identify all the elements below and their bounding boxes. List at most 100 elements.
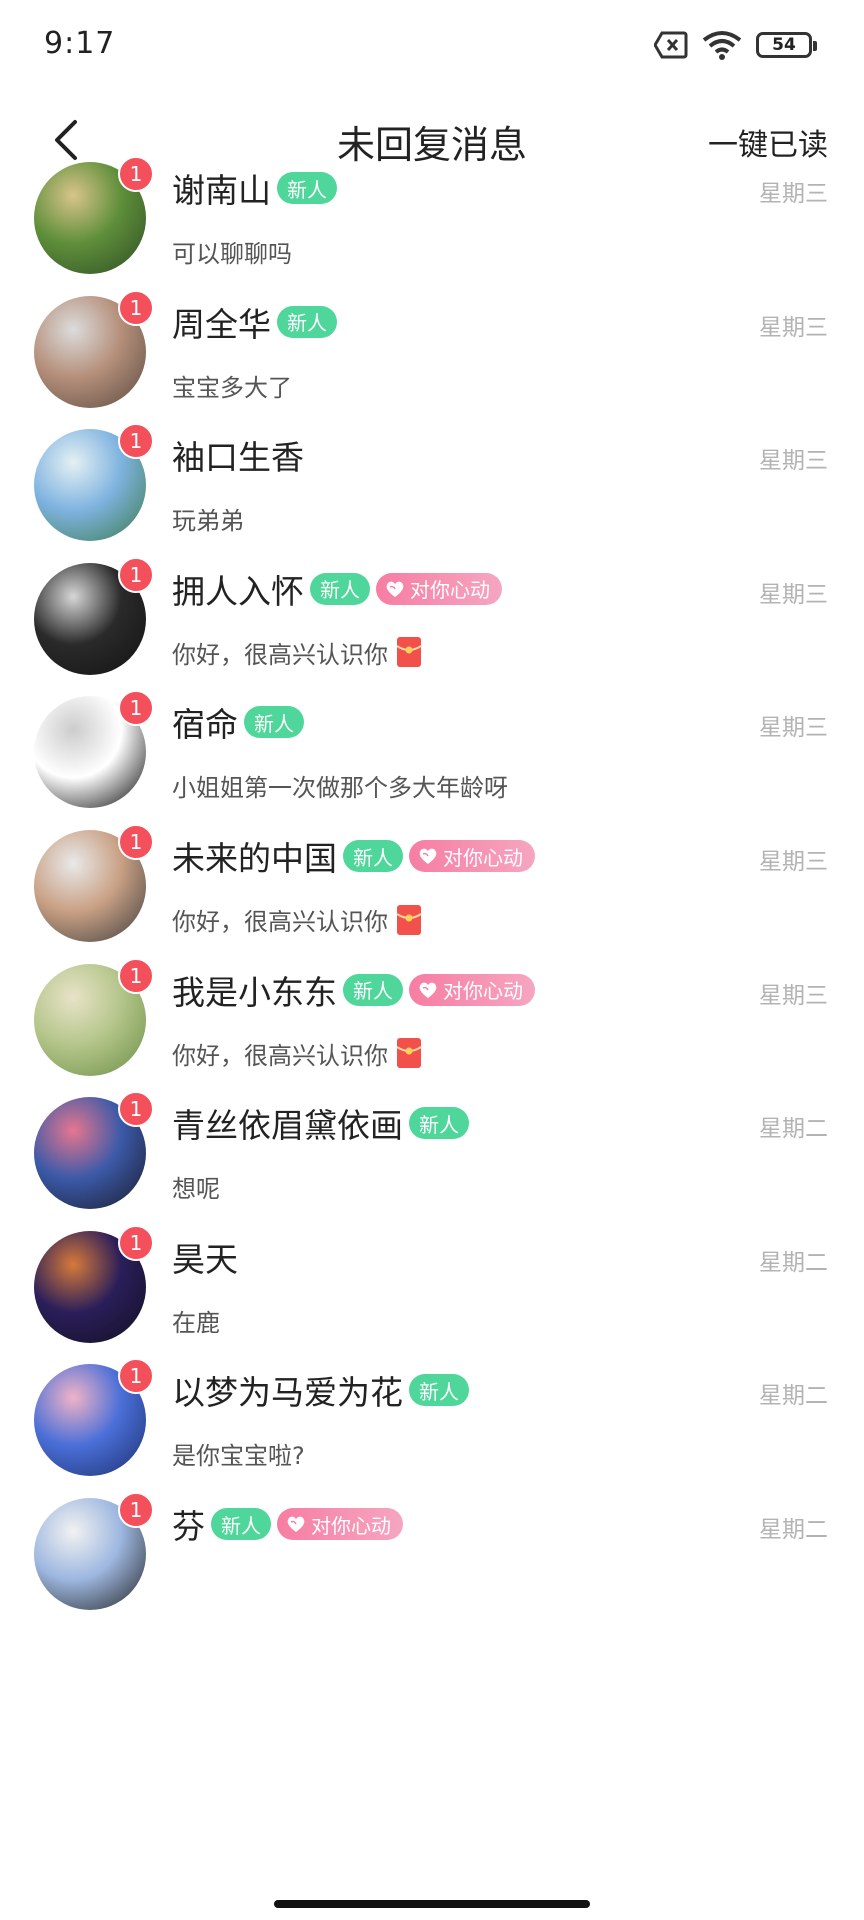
last-message-text: 你好，很高兴认识你 [172, 908, 388, 936]
avatar-wrap[interactable]: 1 [34, 824, 154, 942]
last-message-text: 宝宝多大了 [172, 373, 292, 402]
last-message-text: 你好，很高兴认识你 [172, 640, 388, 669]
name-line: 以梦为马爱为花 新人 [172, 1368, 469, 1412]
avatar-wrap[interactable]: 1 [34, 1492, 154, 1610]
message-time: 星期三 [759, 581, 828, 608]
avatar-wrap[interactable]: 1 [34, 423, 154, 542]
heart-tag: 对你心动 [409, 973, 535, 1006]
new-user-tag: 新人 [244, 706, 304, 739]
contact-name: 周全华 [172, 304, 271, 344]
unread-badge: 1 [118, 156, 154, 192]
contact-name: 以梦为马爱为花 [172, 1373, 403, 1413]
avatar-wrap[interactable]: 1 [34, 1358, 154, 1477]
last-message-text: 想呢 [172, 1175, 220, 1204]
last-message: 是你宝宝啦? [172, 1436, 305, 1471]
name-line: 拥人入怀 新人 对你心动 [172, 567, 502, 611]
new-user-tag: 新人 [343, 973, 403, 1006]
avatar-wrap[interactable]: 1 [34, 1091, 154, 1210]
heart-icon [287, 1516, 305, 1532]
avatar-wrap[interactable]: 1 [34, 957, 154, 1076]
new-user-tag: 新人 [277, 172, 337, 204]
conversation-row[interactable]: 1 芬新人 对你心动 星期二 [0, 1488, 864, 1652]
message-time: 星期三 [759, 715, 828, 742]
heart-tag-label: 对你心动 [410, 578, 490, 603]
last-message-text: 在鹿 [172, 1308, 220, 1337]
last-message: 你好，很高兴认识你 [172, 902, 422, 937]
last-message: 想呢 [172, 1169, 220, 1204]
contact-name: 袖口生香 [172, 438, 304, 478]
avatar-wrap[interactable]: 1 [34, 556, 154, 675]
heart-tag: 对你心动 [376, 572, 502, 605]
heart-icon [419, 848, 437, 864]
name-line: 芬新人 对你心动 [172, 1502, 403, 1546]
contact-name: 拥人入怀 [172, 571, 304, 611]
avatar-wrap[interactable]: 1 [34, 289, 154, 408]
message-time: 星期二 [759, 1517, 828, 1543]
unread-badge: 1 [118, 690, 154, 727]
last-message: 宝宝多大了 [172, 368, 292, 403]
contact-name: 我是小东东 [172, 972, 337, 1012]
unread-badge: 1 [118, 824, 154, 860]
status-icons: 54 [654, 30, 817, 60]
heart-icon [419, 982, 437, 998]
red-packet-icon [396, 637, 422, 668]
name-line: 我是小东东 新人 对你心动 [172, 968, 535, 1012]
status-bar: 9:17 54 [0, 0, 864, 92]
heart-tag: 对你心动 [277, 1508, 403, 1540]
unread-badge: 1 [118, 1091, 154, 1128]
new-user-tag: 新人 [343, 840, 403, 872]
unread-badge: 1 [118, 1492, 154, 1528]
last-message: 你好，很高兴认识你 [172, 635, 422, 670]
last-message: 小姐姐第一次做那个多大年龄呀 [172, 768, 508, 803]
contact-name: 芬 [172, 1507, 205, 1546]
last-message-text: 小姐姐第一次做那个多大年龄呀 [172, 774, 508, 803]
name-line: 宿命 新人 [172, 700, 304, 744]
new-user-tag: 新人 [211, 1508, 271, 1540]
contact-name: 宿命 [172, 705, 238, 745]
last-message: 你好，很高兴认识你 [172, 1036, 422, 1071]
battery-level: 54 [772, 35, 796, 55]
no-sim-icon [654, 31, 688, 59]
wifi-icon [702, 31, 742, 60]
status-time: 9:17 [44, 26, 116, 61]
heart-icon [386, 581, 404, 597]
heart-tag-label: 对你心动 [311, 1513, 391, 1538]
last-message: 可以聊聊吗 [172, 234, 292, 269]
message-time: 星期三 [759, 181, 828, 207]
last-message-text: 你好，很高兴认识你 [172, 1041, 388, 1070]
name-line: 袖口生香 [172, 433, 304, 477]
unread-badge: 1 [118, 289, 154, 326]
new-user-tag: 新人 [277, 305, 337, 338]
avatar-wrap[interactable]: 1 [34, 690, 154, 809]
heart-tag-label: 对你心动 [443, 845, 523, 870]
new-user-tag: 新人 [310, 572, 370, 605]
red-packet-icon [396, 904, 422, 935]
unread-badge: 1 [118, 957, 154, 994]
message-time: 星期三 [759, 982, 828, 1009]
unread-badge: 1 [118, 423, 154, 460]
contact-name: 青丝依眉黛依画 [172, 1106, 403, 1146]
heart-tag: 对你心动 [409, 840, 535, 872]
battery-icon: 54 [756, 32, 817, 58]
name-line: 谢南山 新人 [172, 166, 337, 210]
avatar-wrap[interactable]: 1 [34, 1224, 154, 1343]
message-time: 星期三 [759, 849, 828, 875]
last-message-text: 是你宝宝啦? [172, 1442, 305, 1471]
new-user-tag: 新人 [409, 1374, 469, 1407]
heart-tag-label: 对你心动 [443, 979, 523, 1004]
unread-badge: 1 [118, 1358, 154, 1395]
contact-name: 谢南山 [172, 171, 271, 210]
contact-name: 未来的中国 [172, 839, 337, 878]
last-message: 玩弟弟 [172, 501, 244, 536]
message-time: 星期二 [759, 1116, 828, 1143]
new-user-tag: 新人 [409, 1107, 469, 1140]
message-time: 星期二 [759, 1383, 828, 1410]
name-line: 周全华 新人 [172, 300, 337, 344]
unread-badge: 1 [118, 556, 154, 593]
name-line: 未来的中国 新人 对你心动 [172, 834, 535, 878]
red-packet-icon [396, 1038, 422, 1069]
home-indicator[interactable] [274, 1900, 590, 1908]
avatar-wrap[interactable]: 1 [34, 156, 154, 274]
name-line: 青丝依眉黛依画 新人 [172, 1101, 469, 1145]
contact-name: 昊天 [172, 1239, 238, 1279]
